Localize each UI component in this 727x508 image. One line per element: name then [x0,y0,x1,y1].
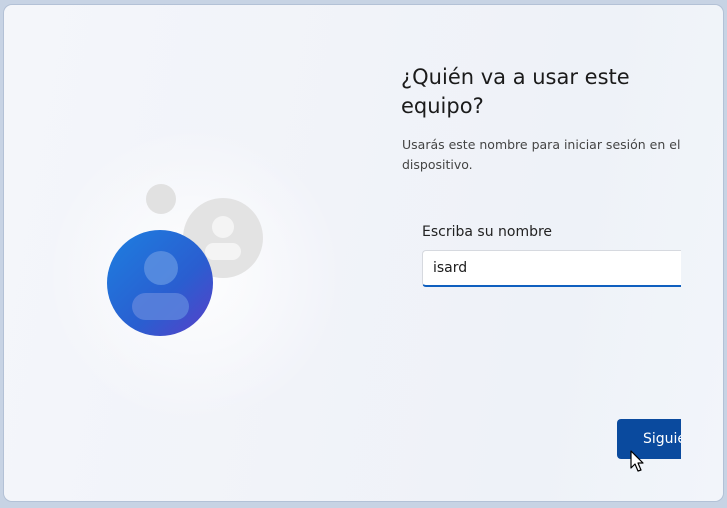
name-field-label: Escriba su nombre [422,224,553,240]
page-subtitle: Usarás este nombre para iniciar sesión e… [402,137,681,172]
mouse-pointer-icon [630,450,646,474]
oobe-window: ¿Quién va a usar este equipo? Usarás est… [4,5,723,501]
name-input[interactable] [422,250,681,287]
next-button[interactable]: Siguiente [617,419,681,459]
users-avatar-icon [100,177,270,347]
page-title: ¿Quién va a usar este equipo? [401,65,630,118]
